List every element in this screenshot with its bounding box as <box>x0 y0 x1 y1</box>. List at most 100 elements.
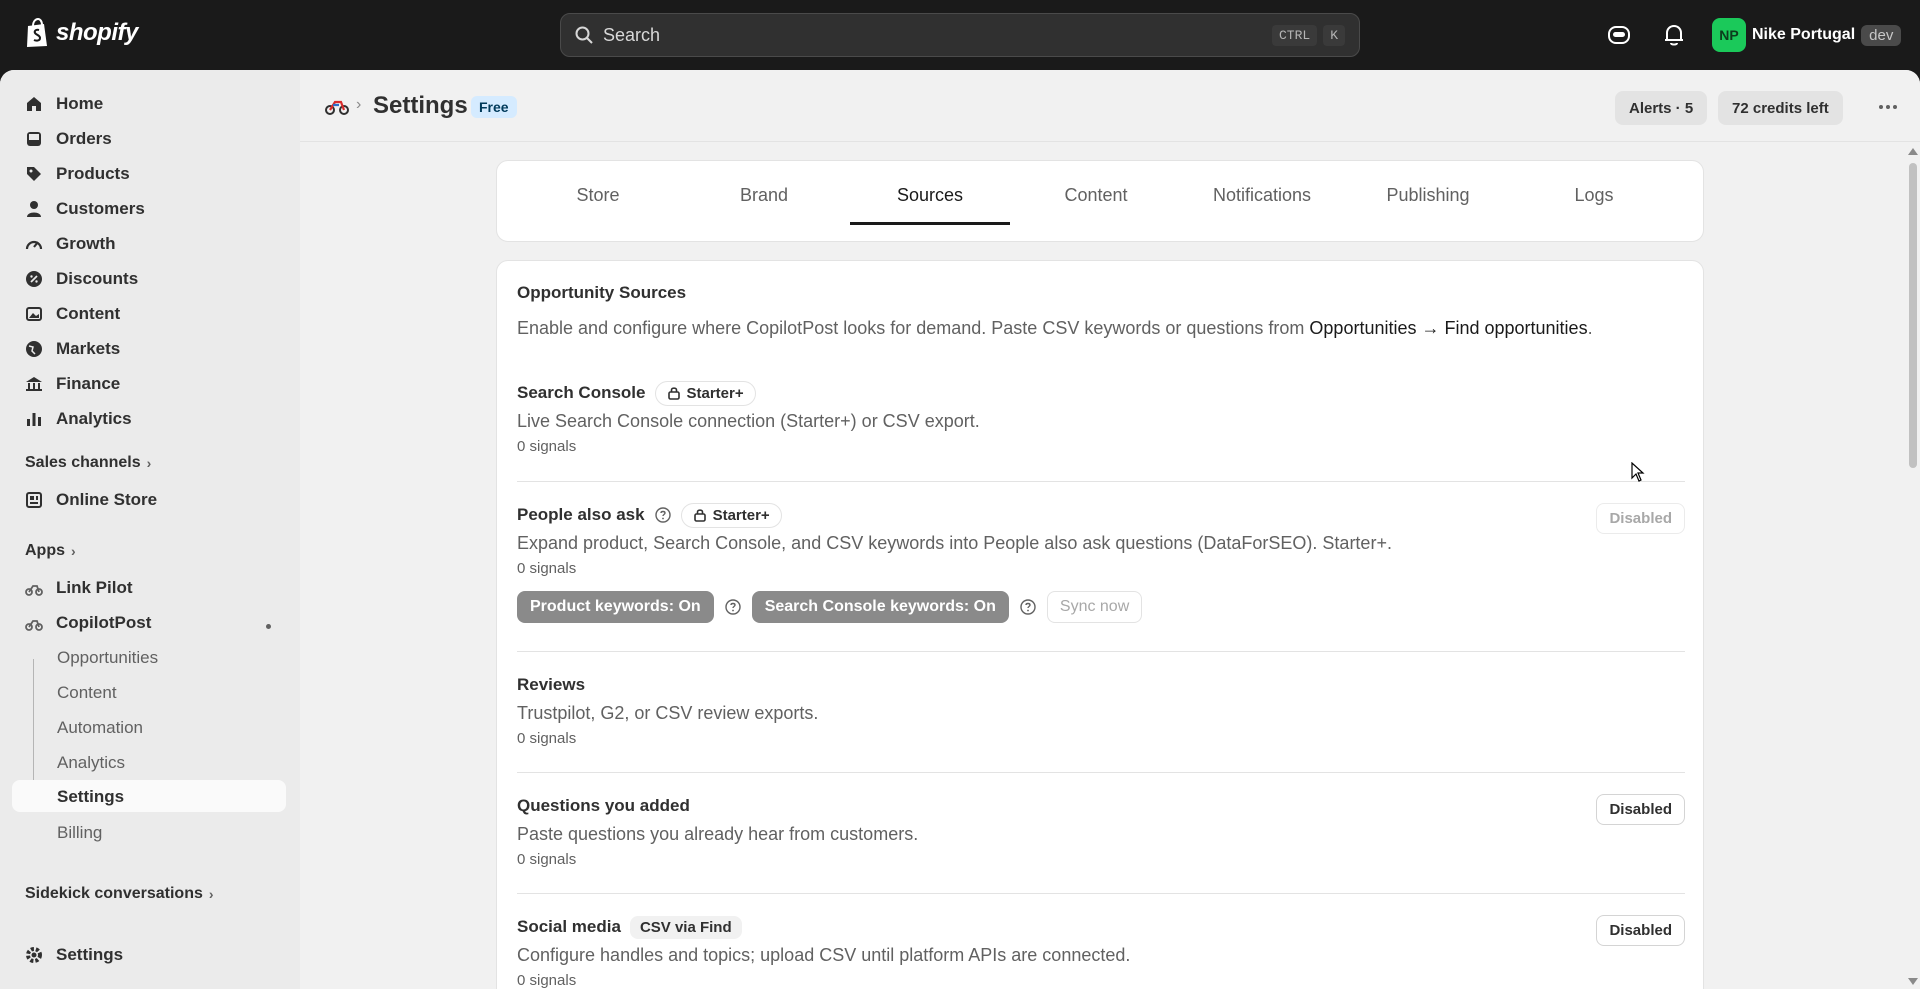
search-placeholder: Search <box>603 24 661 45</box>
breadcrumb-chevron-icon: › <box>356 96 362 113</box>
scroll-down-arrow-icon[interactable] <box>1908 978 1918 985</box>
global-search[interactable]: Search CTRL K <box>560 13 1360 57</box>
sidebar-item-home[interactable]: Home <box>12 88 286 120</box>
source-social-media: Social media CSV via Find Configure hand… <box>517 913 1685 989</box>
find-opportunities-link[interactable]: Opportunities → Find opportunities <box>1309 318 1587 338</box>
sidebar-item-orders[interactable]: Orders <box>12 123 286 155</box>
tree-line <box>33 659 34 799</box>
sidebar-item-products[interactable]: Products <box>12 158 286 190</box>
sidekick-label: Sidekick conversations <box>25 885 203 902</box>
sidebar-item-content[interactable]: Content <box>12 298 286 330</box>
card-title: Opportunity Sources <box>517 283 687 302</box>
tab-sources[interactable]: Sources <box>850 185 1010 225</box>
help-icon[interactable] <box>654 506 672 524</box>
sub-item-analytics[interactable]: Analytics <box>57 753 125 773</box>
questions-status-button[interactable]: Disabled <box>1596 794 1685 825</box>
source-name: Search Console <box>517 383 646 402</box>
sidebar-item-customers[interactable]: Customers <box>12 193 286 225</box>
tab-notifications[interactable]: Notifications <box>1182 185 1342 225</box>
home-icon <box>27 97 41 111</box>
motorbike-icon[interactable] <box>324 96 350 116</box>
divider <box>517 481 1685 482</box>
sidekick-icon[interactable] <box>1606 22 1632 48</box>
sidekick-conversations-header[interactable]: Sidekick conversations › <box>25 885 214 903</box>
opportunity-sources-card: Opportunity Sources Enable and configure… <box>496 260 1704 989</box>
sub-item-automation[interactable]: Automation <box>57 718 143 738</box>
page-title: Settings <box>373 92 468 119</box>
sub-item-settings-row[interactable]: Settings <box>12 780 286 812</box>
bar-chart-icon <box>27 413 41 426</box>
scroll-thumb[interactable] <box>1909 163 1917 468</box>
more-horizontal-icon[interactable] <box>1876 98 1900 116</box>
env-badge: dev <box>1861 24 1902 46</box>
sidebar-item-markets[interactable]: Markets <box>12 333 286 365</box>
sidebar-item-label: Discounts <box>56 269 139 288</box>
help-icon[interactable] <box>1019 598 1037 616</box>
chevron-right-icon: › <box>146 455 152 471</box>
sub-item-billing[interactable]: Billing <box>57 823 102 843</box>
sidebar-item-online-store[interactable]: Online Store <box>12 484 286 516</box>
tab-brand[interactable]: Brand <box>684 185 844 225</box>
main-area: › Settings Free Alerts · 5 72 credits le… <box>300 70 1920 989</box>
source-people-also-ask: People also ask Starter+ Expand product,… <box>517 501 1685 623</box>
plan-badge: Free <box>471 96 517 118</box>
discount-icon <box>26 271 42 287</box>
scroll-up-arrow-icon[interactable] <box>1908 148 1918 155</box>
tab-publishing[interactable]: Publishing <box>1348 185 1508 225</box>
shopify-logo[interactable]: shopify <box>24 18 138 48</box>
sales-channels-header[interactable]: Sales channels › <box>25 454 151 472</box>
sidebar-item-label: CopilotPost <box>56 613 152 632</box>
source-reviews: Reviews Trustpilot, G2, or CSV review ex… <box>517 671 1685 747</box>
people-also-ask-status-button[interactable]: Disabled <box>1596 503 1685 534</box>
source-signals: 0 signals <box>517 851 577 868</box>
sidebar-item-label: Products <box>56 164 130 183</box>
apps-label: Apps <box>25 542 65 559</box>
globe-icon <box>26 341 42 357</box>
sidebar-item-growth[interactable]: Growth <box>12 228 286 260</box>
tab-content[interactable]: Content <box>1016 185 1176 225</box>
tab-store[interactable]: Store <box>518 185 678 225</box>
sales-channels-label: Sales channels <box>25 454 141 471</box>
pin-dot[interactable] <box>266 624 271 629</box>
social-status-button[interactable]: Disabled <box>1596 915 1685 946</box>
source-description: Trustpilot, G2, or CSV review exports. <box>517 703 819 723</box>
sidebar-item-settings[interactable]: Settings <box>12 939 286 971</box>
scrollbar[interactable] <box>1906 143 1920 989</box>
tab-logs[interactable]: Logs <box>1514 185 1674 225</box>
alerts-button[interactable]: Alerts · 5 <box>1615 91 1708 125</box>
sync-now-button[interactable]: Sync now <box>1046 591 1143 623</box>
gauge-icon <box>25 240 43 250</box>
sidebar: Home Orders Products Customers Growth Di… <box>0 70 300 989</box>
source-name: Questions you added <box>517 796 690 815</box>
sidebar-item-finance[interactable]: Finance <box>12 368 286 400</box>
source-description: Paste questions you already hear from cu… <box>517 824 919 844</box>
product-keywords-toggle[interactable]: Product keywords: On <box>517 591 714 623</box>
apps-header[interactable]: Apps › <box>25 542 76 560</box>
sidebar-item-discounts[interactable]: Discounts <box>12 263 286 295</box>
csv-badge: CSV via Find <box>629 915 742 939</box>
source-signals: 0 signals <box>517 972 577 989</box>
help-icon[interactable] <box>724 598 742 616</box>
sub-item-content[interactable]: Content <box>57 683 117 703</box>
account-menu[interactable]: NP Nike Portugal dev <box>1712 18 1902 52</box>
sidebar-item-copilotpost[interactable]: CopilotPost <box>12 607 286 639</box>
source-search-console: Search Console Starter+ Live Search Cons… <box>517 379 1685 455</box>
motorbike-icon <box>25 585 43 596</box>
gear-icon <box>26 947 42 963</box>
divider <box>517 893 1685 894</box>
avatar: NP <box>1712 18 1746 52</box>
sub-item-opportunities[interactable]: Opportunities <box>57 648 158 668</box>
search-console-keywords-toggle[interactable]: Search Console keywords: On <box>751 591 1009 623</box>
source-signals: 0 signals <box>517 560 577 577</box>
credits-button[interactable]: 72 credits left <box>1718 91 1843 125</box>
source-description: Expand product, Search Console, and CSV … <box>517 533 1392 553</box>
page-header: › Settings Free Alerts · 5 72 credits le… <box>300 70 1920 142</box>
bell-icon[interactable] <box>1661 22 1687 48</box>
sidebar-item-analytics[interactable]: Analytics <box>12 403 286 435</box>
sidebar-item-label: Content <box>56 304 121 323</box>
sidebar-item-label: Markets <box>56 339 121 358</box>
sidebar-item-link-pilot[interactable]: Link Pilot <box>12 572 286 604</box>
sidebar-item-label: Home <box>56 94 104 113</box>
sidebar-item-label: Orders <box>56 129 112 148</box>
content-scroll-area[interactable]: Store Brand Sources Content Notification… <box>300 143 1920 989</box>
